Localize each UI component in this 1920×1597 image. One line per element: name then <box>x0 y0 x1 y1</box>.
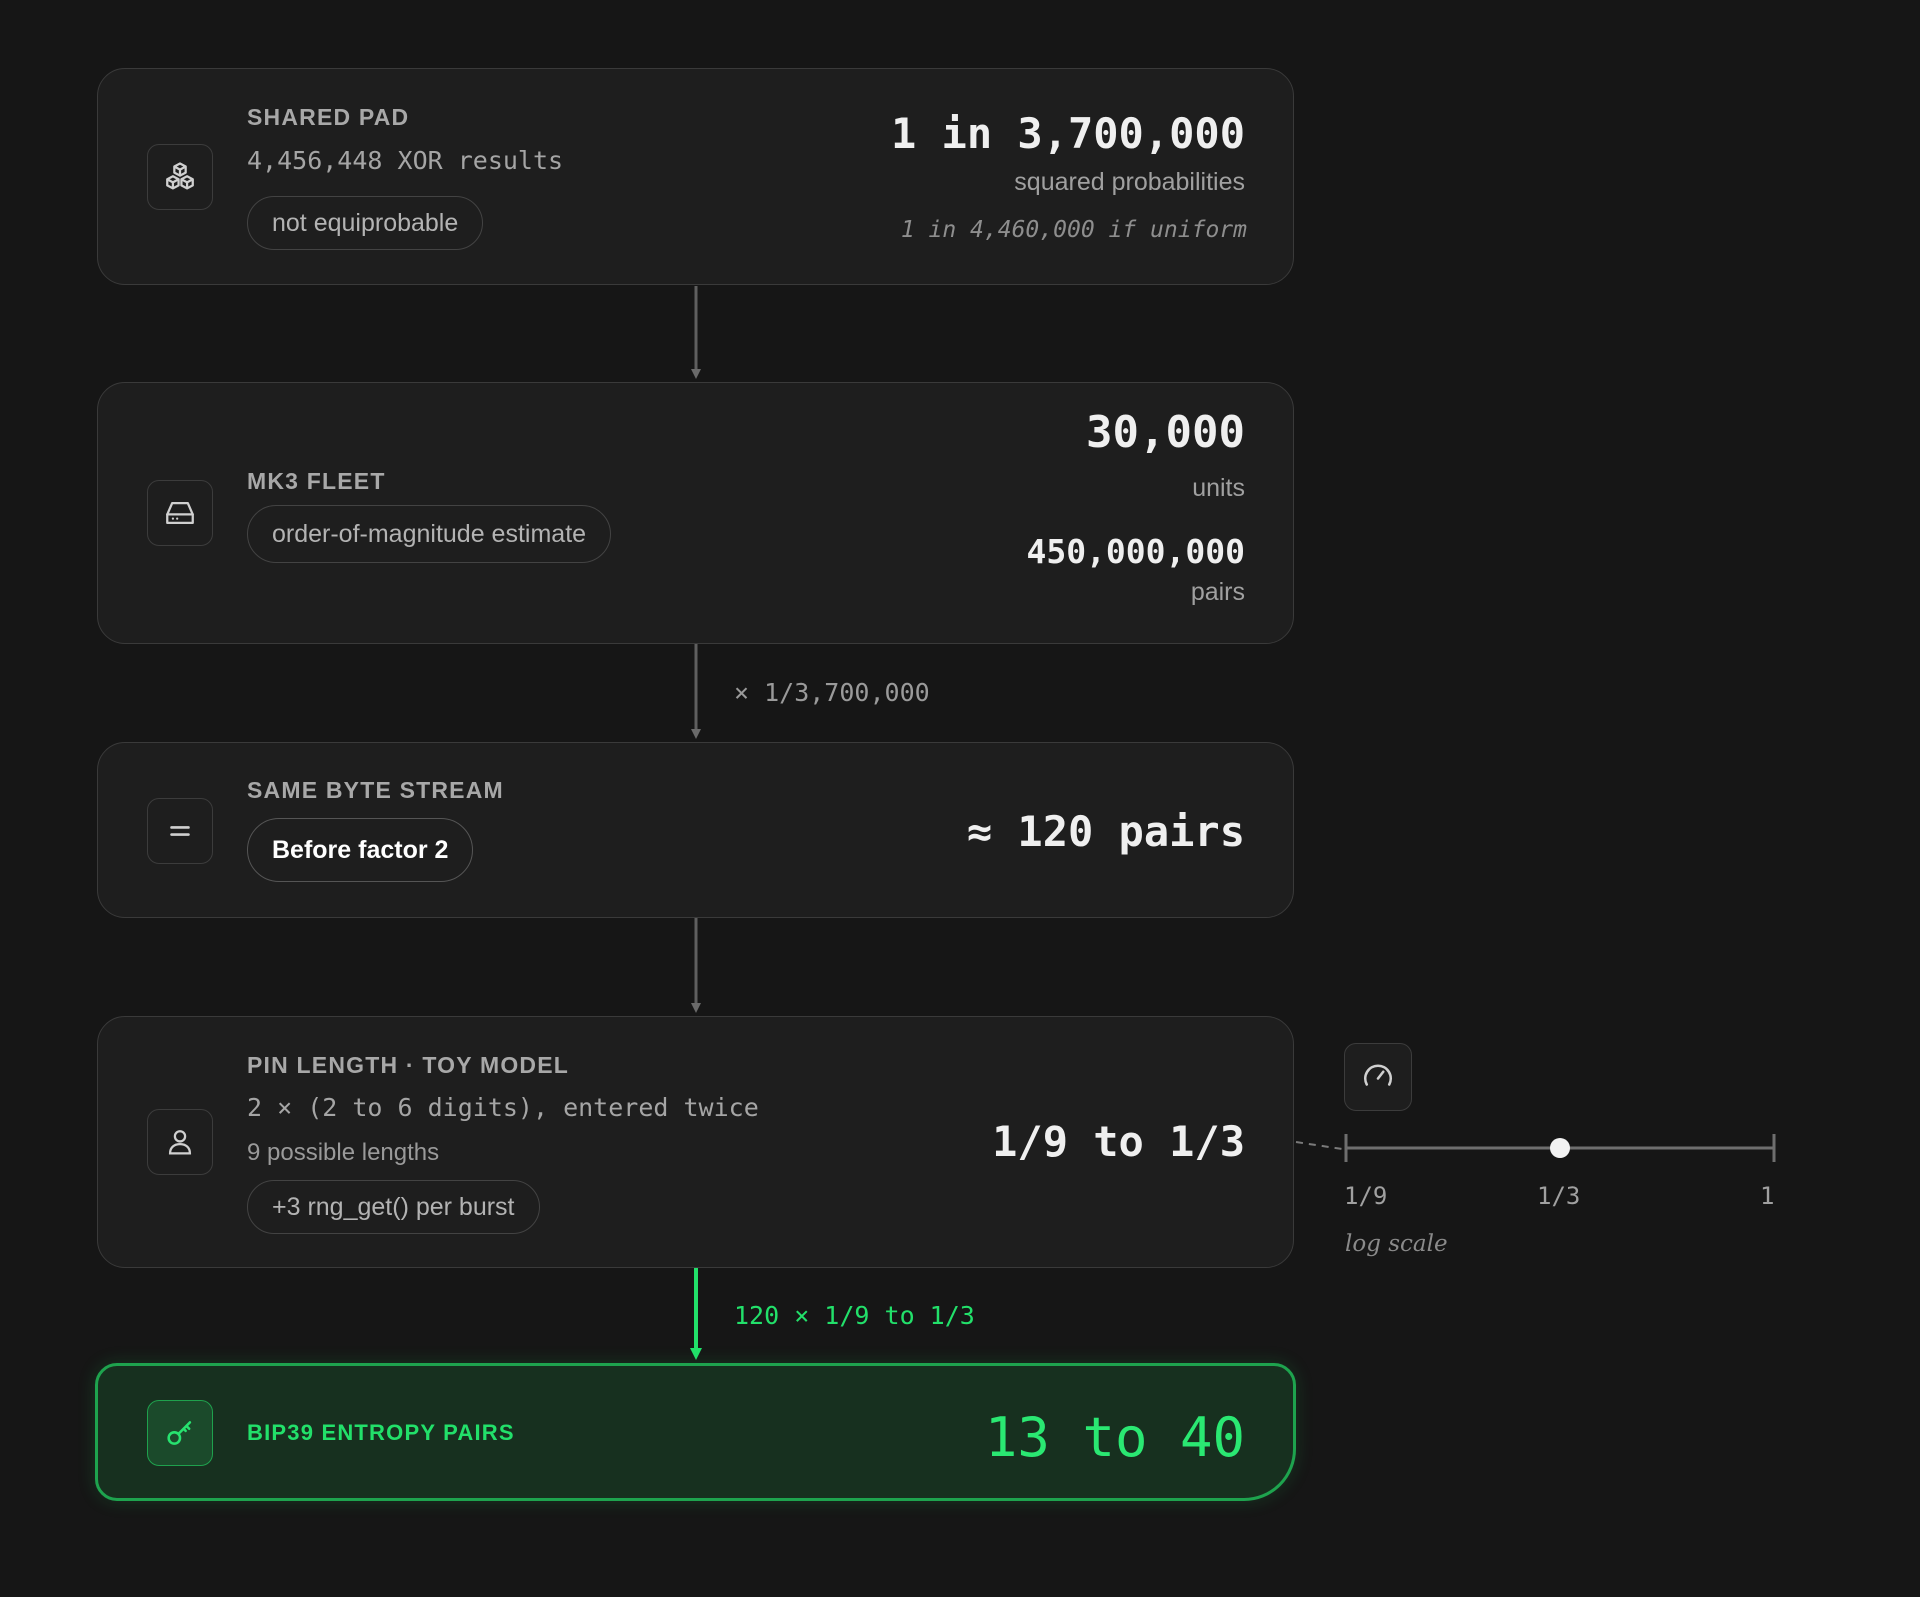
node-value: 1 in 3,700,000 <box>890 109 1245 158</box>
node-bip39-entropy-pairs: BIP39 ENTROPY PAIRS 13 to 40 <box>95 1363 1296 1501</box>
node-secondary-value: 450,000,000 <box>1026 532 1245 571</box>
node-value: 1/9 to 1/3 <box>992 1117 1245 1166</box>
scale-label-mid: 1/3 <box>1537 1182 1581 1210</box>
connector-label: 120 × 1/9 to 1/3 <box>734 1301 975 1330</box>
connector-label: × 1/3,700,000 <box>734 678 930 707</box>
scale-link <box>1295 1141 1343 1150</box>
node-label: SAME BYTE STREAM <box>247 777 504 803</box>
equals-icon <box>147 798 213 864</box>
node-value: ≈ 120 pairs <box>966 807 1245 856</box>
scale-marker <box>1550 1138 1570 1158</box>
node-mk3-fleet: MK3 FLEET order-of-magnitude estimate 30… <box>97 382 1294 644</box>
key-icon <box>147 1400 213 1466</box>
uniform-caption: 1 in 4,460,000 if uniform <box>900 217 1247 243</box>
hard-drive-icon <box>147 480 213 546</box>
node-label: BIP39 ENTROPY PAIRS <box>247 1420 515 1445</box>
node-detail: 2 × (2 to 6 digits), entered twice <box>247 1093 759 1122</box>
user-icon <box>147 1109 213 1175</box>
status-pill: +3 rng_get() per burst <box>247 1180 540 1234</box>
gauge-icon <box>1344 1043 1412 1111</box>
node-detail-secondary: 9 possible lengths <box>247 1139 440 1166</box>
node-label: MK3 FLEET <box>247 468 386 494</box>
secondary-caption: pairs <box>1190 578 1245 606</box>
status-pill: not equiprobable <box>247 196 484 250</box>
blocks-icon <box>147 144 213 210</box>
node-label: SHARED PAD <box>247 104 410 130</box>
value-caption: squared probabilities <box>1014 168 1245 196</box>
scale-label-max: 1 <box>1760 1182 1775 1210</box>
node-value: 13 to 40 <box>984 1406 1245 1469</box>
scale-note: log scale <box>1345 1231 1448 1257</box>
node-same-byte-stream: SAME BYTE STREAM Before factor 2 ≈ 120 p… <box>97 742 1294 918</box>
node-shared-pad: SHARED PAD 4,456,448 XOR results not equ… <box>97 68 1294 285</box>
status-pill: order-of-magnitude estimate <box>247 505 612 563</box>
value-caption: units <box>1192 474 1245 502</box>
status-pill: Before factor 2 <box>247 818 474 882</box>
scale-label-min: 1/9 <box>1344 1182 1388 1210</box>
node-label: PIN LENGTH · TOY MODEL <box>247 1052 570 1078</box>
node-detail: 4,456,448 XOR results <box>247 146 564 175</box>
node-pin-length: PIN LENGTH · TOY MODEL 2 × (2 to 6 digit… <box>97 1016 1294 1268</box>
node-value: 30,000 <box>1086 407 1245 458</box>
